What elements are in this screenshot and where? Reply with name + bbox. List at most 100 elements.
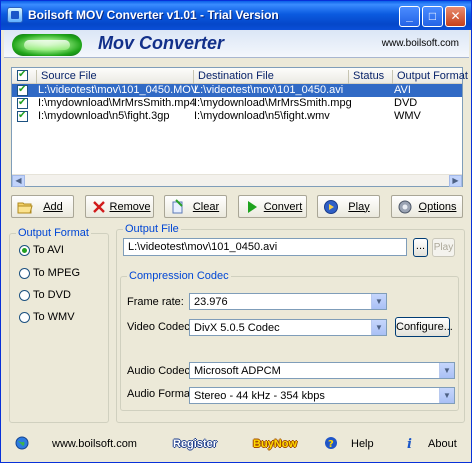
video-codec-value: DivX 5.0.5 Codec — [194, 322, 280, 334]
file-format: DVD — [394, 97, 418, 109]
row-checkbox[interactable] — [17, 110, 28, 122]
horizontal-scrollbar[interactable]: ◀ ▶ — [12, 174, 462, 187]
chevron-down-icon[interactable]: ▼ — [439, 388, 454, 403]
remove-button[interactable]: Remove — [85, 195, 154, 218]
scroll-right-icon[interactable]: ▶ — [449, 175, 462, 187]
title-bar[interactable]: Boilsoft MOV Converter v1.01 - Trial Ver… — [1, 1, 471, 30]
frame-rate-label: Frame rate: — [127, 296, 184, 308]
frame-rate-select[interactable]: 23.976 ▼ — [189, 293, 387, 310]
row-checkbox[interactable] — [17, 97, 28, 109]
row-checkbox[interactable] — [17, 84, 28, 96]
audio-format-label: Audio Format: — [127, 388, 197, 400]
configure-button[interactable]: Configure... — [395, 317, 453, 337]
remove-x-icon — [91, 199, 107, 215]
list-header: Source File Destination File Status Outp… — [12, 68, 468, 84]
clear-icon — [170, 198, 186, 215]
radio-label: To WMV — [33, 311, 75, 323]
maximize-button[interactable]: □ — [422, 6, 443, 27]
clear-label: Clear — [192, 200, 220, 213]
buynow-link[interactable]: BuyNow — [253, 438, 297, 450]
add-label: Add — [43, 200, 63, 213]
destination-file: I:\mydownload\MrMrsSmith.mpg — [194, 97, 352, 109]
radio-icon — [19, 289, 30, 301]
source-file: L:\videotest\mov\101_0450.MOV — [38, 84, 199, 96]
output-format-group: Output Format — [9, 227, 109, 423]
options-button[interactable]: Options — [391, 195, 463, 218]
source-file: I:\mydownload\MrMrsSmith.mp4 — [38, 97, 196, 109]
destination-file: L:\videotest\mov\101_0450.avi — [194, 84, 344, 96]
banner-url[interactable]: www.boilsoft.com — [382, 38, 459, 49]
scroll-left-icon[interactable]: ◀ — [12, 175, 25, 187]
audio-codec-select[interactable]: Microsoft ADPCM ▼ — [189, 362, 455, 379]
column-status[interactable]: Status — [353, 70, 384, 84]
list-item[interactable]: I:\mydownload\n5\fight.3gp I:\mydownload… — [12, 110, 462, 123]
banner: Mov Converter www.boilsoft.com — [4, 30, 469, 58]
chevron-down-icon[interactable]: ▼ — [371, 320, 386, 335]
chevron-down-icon[interactable]: ▼ — [439, 363, 454, 378]
close-icon: ✕ — [450, 9, 461, 23]
help-link[interactable]: Help — [351, 438, 374, 450]
minimize-button[interactable]: _ — [399, 6, 420, 27]
info-icon[interactable]: i — [404, 436, 418, 452]
help-icon[interactable]: ? — [324, 436, 338, 450]
close-button[interactable]: ✕ — [445, 6, 466, 27]
radio-to-wmv[interactable]: To WMV — [19, 310, 75, 324]
column-source[interactable]: Source File — [41, 70, 97, 84]
list-item[interactable]: L:\videotest\mov\101_0450.MOV L:\videote… — [12, 84, 462, 97]
column-destination[interactable]: Destination File — [198, 70, 274, 84]
play-button[interactable]: Play — [317, 195, 380, 218]
radio-selected-icon — [19, 244, 30, 256]
radio-to-avi[interactable]: To AVI — [19, 243, 64, 257]
audio-codec-label: Audio Codec: — [127, 365, 194, 377]
convert-play-icon — [244, 199, 260, 215]
remove-label: Remove — [109, 200, 151, 213]
play-label: Play — [348, 200, 370, 213]
frame-rate-value: 23.976 — [194, 296, 228, 308]
radio-label: To MPEG — [33, 267, 81, 279]
output-file-input[interactable]: L:\videotest\mov\101_0450.avi — [123, 238, 407, 256]
chevron-down-icon[interactable]: ▼ — [371, 294, 386, 309]
convert-button[interactable]: Convert — [238, 195, 307, 218]
destination-file: I:\mydownload\n5\fight.wmv — [194, 110, 330, 122]
maximize-icon: □ — [428, 9, 437, 23]
radio-to-mpeg[interactable]: To MPEG — [19, 266, 80, 280]
file-format: WMV — [394, 110, 421, 122]
video-codec-select[interactable]: DivX 5.0.5 Codec ▼ — [189, 319, 387, 336]
globe-icon — [15, 436, 29, 450]
output-file-title: Output File — [123, 223, 181, 235]
register-link[interactable]: Register — [173, 438, 217, 450]
about-link[interactable]: About — [428, 438, 457, 450]
audio-format-select[interactable]: Stereo - 44 kHz - 354 kbps ▼ — [189, 387, 455, 404]
play-disc-icon — [323, 199, 339, 215]
source-file: I:\mydownload\n5\fight.3gp — [38, 110, 170, 122]
minimize-icon: _ — [406, 9, 413, 23]
video-codec-label: Video Codec: — [127, 321, 193, 333]
audio-format-value: Stereo - 44 kHz - 354 kbps — [194, 390, 325, 402]
add-button[interactable]: Add — [11, 195, 74, 218]
radio-to-dvd[interactable]: To DVD — [19, 288, 71, 302]
footer-website-link[interactable]: www.boilsoft.com — [52, 438, 137, 450]
gear-icon — [397, 199, 413, 215]
radio-label: To AVI — [33, 244, 64, 256]
file-list[interactable]: Source File Destination File Status Outp… — [11, 67, 468, 187]
output-play-button[interactable]: Play — [432, 238, 455, 257]
output-format-title: Output Format — [16, 227, 91, 239]
column-output-format[interactable]: Output Format — [397, 70, 468, 84]
options-label: Options — [418, 200, 457, 213]
list-item[interactable]: I:\mydownload\MrMrsSmith.mp4 I:\mydownlo… — [12, 97, 462, 110]
banner-title: Mov Converter — [98, 33, 225, 53]
clear-button[interactable]: Clear — [164, 195, 227, 218]
radio-label: To DVD — [33, 289, 71, 301]
svg-text:i: i — [407, 437, 412, 450]
radio-icon — [19, 311, 30, 323]
browse-button[interactable]: ... — [413, 238, 428, 257]
convert-label: Convert — [263, 200, 303, 213]
logo-icon — [12, 34, 82, 56]
svg-text:?: ? — [328, 439, 334, 450]
app-window: Boilsoft MOV Converter v1.01 - Trial Ver… — [0, 0, 472, 463]
app-icon — [7, 7, 23, 23]
window-title: Boilsoft MOV Converter v1.01 - Trial Ver… — [28, 8, 279, 22]
select-all-checkbox[interactable] — [17, 69, 28, 81]
audio-codec-value: Microsoft ADPCM — [194, 365, 281, 377]
file-format: AVI — [394, 84, 411, 96]
